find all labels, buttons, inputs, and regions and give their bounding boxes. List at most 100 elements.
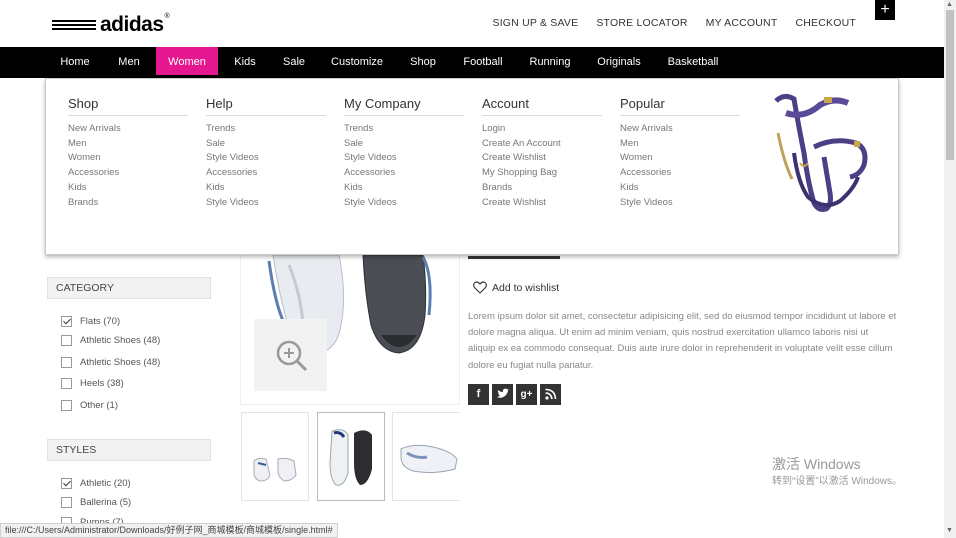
menu-link[interactable]: Kids	[620, 181, 740, 196]
thumbnail-image	[253, 457, 297, 482]
menu-link[interactable]: Trends	[206, 122, 326, 137]
menu-link[interactable]: Create An Account	[482, 137, 602, 152]
menu-link[interactable]: Login	[482, 122, 602, 137]
menu-column-popular: Popular New Arrivals Men Women Accessori…	[620, 96, 740, 210]
menu-link[interactable]: Create Wishlist	[482, 151, 602, 166]
filter-label: Ballerina (5)	[80, 497, 132, 508]
google-plus-icon[interactable]: g+	[516, 384, 537, 405]
menu-link[interactable]: Brands	[482, 181, 602, 196]
menu-column-account: Account Login Create An Account Create W…	[482, 96, 602, 210]
checkbox-checked[interactable]	[61, 316, 72, 327]
nav-kids[interactable]: Kids	[226, 47, 264, 75]
checkbox[interactable]	[61, 497, 72, 508]
menu-link[interactable]: Create Wishlist	[482, 196, 602, 211]
thumbnail-image	[329, 429, 372, 486]
nav-women[interactable]: Women	[156, 47, 218, 75]
plus-icon[interactable]: +	[875, 0, 895, 20]
signup-link[interactable]: SIGN UP & SAVE	[492, 17, 578, 29]
checkbox[interactable]	[61, 357, 72, 368]
menu-column-title: Shop	[68, 96, 188, 116]
category-filter-other[interactable]: Other (1)	[61, 400, 118, 411]
category-filter-heels[interactable]: Heels (38)	[61, 378, 124, 389]
menu-link[interactable]: Sale	[344, 137, 464, 152]
checkbox-checked[interactable]	[61, 478, 72, 489]
zoom-in-icon	[276, 340, 308, 372]
nav-home[interactable]: Home	[52, 47, 98, 75]
nav-football[interactable]: Football	[456, 47, 510, 75]
category-filter-athletic[interactable]: Athletic Shoes (48)	[61, 335, 160, 346]
zoom-button[interactable]	[254, 319, 327, 391]
my-account-link[interactable]: MY ACCOUNT	[706, 17, 778, 29]
nav-customize[interactable]: Customize	[326, 47, 388, 75]
nav-originals[interactable]: Originals	[590, 47, 648, 75]
twitter-icon[interactable]	[492, 384, 513, 405]
menu-link[interactable]: Accessories	[344, 166, 464, 181]
nav-basketball[interactable]: Basketball	[660, 47, 726, 75]
wishlist-label: Add to wishlist	[492, 281, 560, 294]
thumbnail-image	[400, 444, 458, 474]
site-header: adidas ® SIGN UP & SAVE STORE LOCATOR MY…	[0, 0, 944, 47]
product-thumbnail-selected[interactable]	[317, 412, 385, 501]
twitter-bird-icon	[497, 388, 509, 398]
menu-link[interactable]: Style Videos	[206, 151, 326, 166]
scroll-up-icon[interactable]: ▲	[946, 1, 953, 8]
menu-link[interactable]: My Shopping Bag	[482, 166, 602, 181]
product-thumbnail[interactable]	[392, 412, 460, 501]
menu-link[interactable]: Accessories	[206, 166, 326, 181]
add-to-cart-button-edge[interactable]	[468, 256, 560, 259]
styles-filter-ballerina[interactable]: Ballerina (5)	[61, 497, 131, 508]
main-nav: Home Men Women Kids Sale Customize Shop …	[0, 47, 944, 78]
nav-shop[interactable]: Shop	[402, 47, 444, 75]
checkout-link[interactable]: CHECKOUT	[795, 17, 856, 29]
menu-link[interactable]: Style Videos	[206, 196, 326, 211]
add-to-wishlist[interactable]: Add to wishlist	[473, 281, 559, 294]
filter-label: Heels (38)	[80, 378, 124, 389]
category-heading[interactable]: CATEGORY	[47, 277, 211, 299]
scroll-down-icon[interactable]: ▼	[946, 527, 953, 534]
vertical-scrollbar[interactable]: ▲ ▼	[944, 0, 956, 538]
menu-link[interactable]: Women	[620, 151, 740, 166]
menu-link[interactable]: Kids	[68, 181, 188, 196]
nav-running[interactable]: Running	[522, 47, 578, 75]
adidas-logo[interactable]: adidas ®	[52, 13, 170, 37]
checkbox[interactable]	[61, 400, 72, 411]
menu-link[interactable]: Sale	[206, 137, 326, 152]
styles-heading[interactable]: STYLES	[47, 439, 211, 461]
menu-link[interactable]: Men	[620, 137, 740, 152]
nav-men[interactable]: Men	[110, 47, 148, 75]
menu-link[interactable]: New Arrivals	[68, 122, 188, 137]
windows-activation-subtitle: 转到“设置”以激活 Windows。	[772, 476, 903, 487]
purple-sandal-image[interactable]	[764, 93, 874, 215]
category-filter-flats[interactable]: Flats (70)	[61, 316, 120, 327]
menu-link[interactable]: Style Videos	[344, 151, 464, 166]
menu-link[interactable]: Kids	[206, 181, 326, 196]
checkbox[interactable]	[61, 378, 72, 389]
product-thumbnail[interactable]	[241, 412, 309, 501]
menu-link[interactable]: Kids	[344, 181, 464, 196]
menu-link[interactable]: Men	[68, 137, 188, 152]
filter-label: Other (1)	[80, 400, 119, 411]
category-filter-athletic-2[interactable]: Athletic Shoes (48)	[61, 357, 160, 368]
menu-link[interactable]: New Arrivals	[620, 122, 740, 137]
menu-link[interactable]: Style Videos	[344, 196, 464, 211]
menu-link[interactable]: Women	[68, 151, 188, 166]
filter-label: Athletic (20)	[80, 478, 131, 489]
menu-link[interactable]: Accessories	[68, 166, 188, 181]
rss-feed-icon	[545, 388, 557, 400]
store-locator-link[interactable]: STORE LOCATOR	[596, 17, 687, 29]
menu-column-help: Help Trends Sale Style Videos Accessorie…	[206, 96, 326, 210]
menu-link[interactable]: Brands	[68, 196, 188, 211]
menu-link[interactable]: Accessories	[620, 166, 740, 181]
rss-icon[interactable]	[540, 384, 561, 405]
checkbox[interactable]	[61, 335, 72, 346]
top-links: SIGN UP & SAVE STORE LOCATOR MY ACCOUNT …	[492, 17, 856, 29]
scroll-thumb[interactable]	[946, 10, 954, 160]
styles-filter-athletic[interactable]: Athletic (20)	[61, 478, 131, 489]
menu-link[interactable]: Trends	[344, 122, 464, 137]
facebook-icon[interactable]: f	[468, 384, 489, 405]
nav-sale[interactable]: Sale	[276, 47, 312, 75]
menu-link[interactable]: Style Videos	[620, 196, 740, 211]
logo-stripes-icon	[52, 20, 96, 30]
logo-text: adidas	[100, 13, 164, 36]
menu-column-title: Account	[482, 96, 602, 116]
